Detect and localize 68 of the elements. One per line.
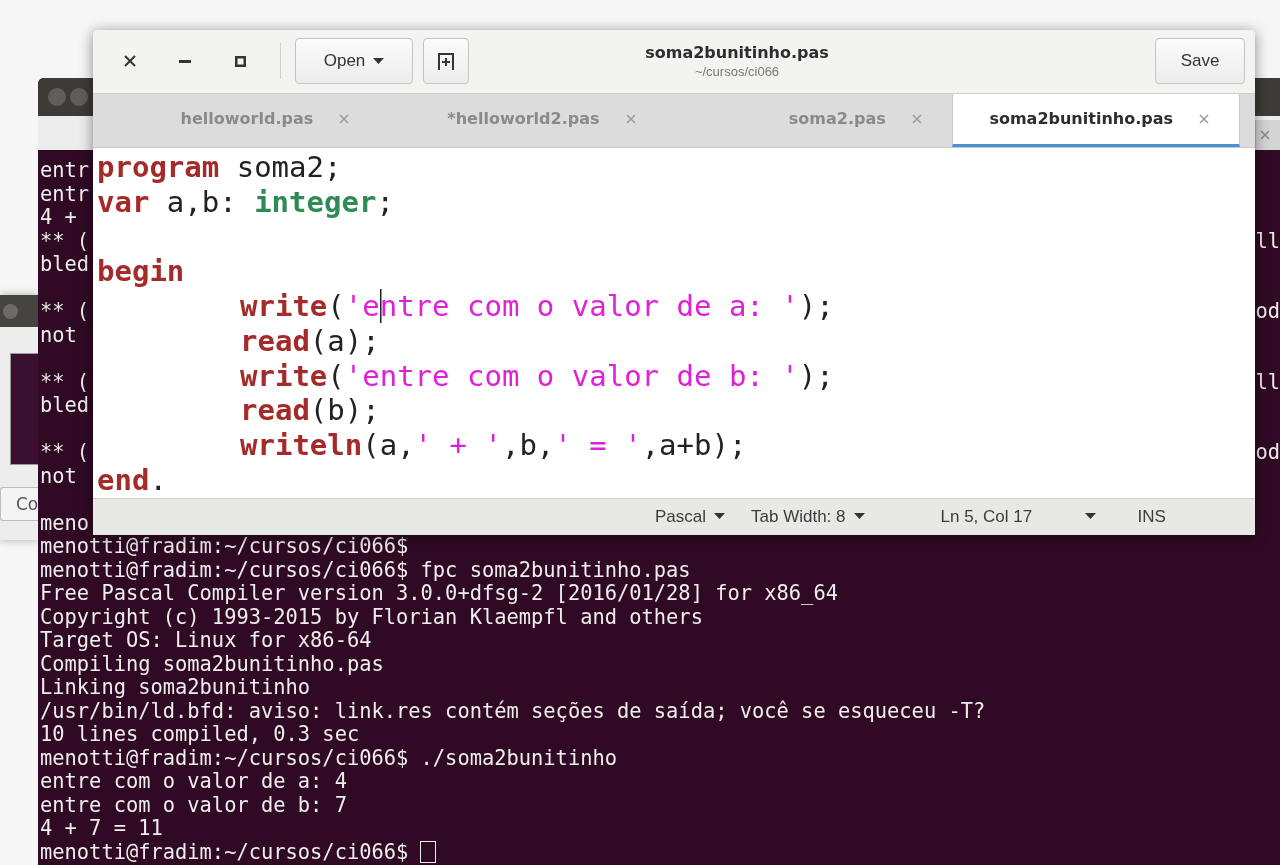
save-button[interactable]: Save	[1155, 38, 1245, 85]
terminal-text: 4 +	[40, 206, 77, 230]
close-icon[interactable]	[1199, 113, 1209, 124]
terminal-text: ** (	[40, 300, 90, 324]
tab-width-dropdown[interactable]: Tab Width: 8	[749, 502, 867, 531]
terminal-text: bled	[40, 394, 90, 418]
caret-icon	[853, 513, 865, 521]
code-line: program soma2;	[96, 149, 343, 185]
caret-icon	[1084, 513, 1096, 521]
code-line: write('entre com o valor de b: ');	[239, 358, 835, 394]
terminal-line: 4 + 7 = 11	[40, 817, 163, 841]
terminal-text: meno	[40, 511, 90, 535]
window-button-icon[interactable]	[3, 303, 18, 319]
open-button[interactable]: Open	[295, 38, 413, 85]
close-icon[interactable]	[625, 113, 636, 124]
caret-icon	[373, 57, 385, 65]
terminal-line: Free Pascal Compiler version 3.0.0+dfsg-2 [2016/01/28] for x86_64	[40, 582, 838, 606]
terminal-text: ** (	[40, 370, 90, 394]
code-line: read(a);	[239, 323, 381, 359]
code-line: end.	[96, 462, 168, 498]
terminal-line: menotti@fradim:~/cursos/ci066$	[40, 535, 409, 559]
close-icon[interactable]	[339, 113, 350, 124]
terminal-text: not	[40, 323, 77, 347]
minimize-icon	[179, 59, 191, 63]
terminal-text: ll	[1255, 370, 1280, 394]
terminal-line: entre com o valor de b: 7	[40, 793, 347, 817]
window-button-icon[interactable]	[70, 88, 88, 106]
close-icon[interactable]	[911, 113, 922, 124]
terminal-text: od	[1255, 441, 1280, 465]
cursor-position: Ln 5, Col 17	[940, 506, 1034, 527]
terminal-line: Target OS: Linux for x86-64	[40, 629, 372, 653]
window-button-icon[interactable]	[48, 88, 66, 106]
terminal-line: Linking soma2bunitinho	[40, 676, 311, 700]
new-tab-icon	[436, 51, 456, 72]
caret-icon	[714, 513, 726, 521]
code-line: begin	[96, 254, 186, 289]
maximize-icon	[234, 55, 246, 67]
terminal-text: entr	[40, 159, 90, 183]
terminal-tab[interactable]	[1255, 120, 1280, 150]
code-line: write('entre com o valor de a: ');	[239, 288, 835, 324]
terminal-line: entre com o valor de a: 4	[40, 770, 347, 794]
code-editor[interactable]: program soma2; var a,b: integer; begin write('entre com o valor de a: '); read(a); write('entre com o valor de b: '); read(b); writeln(a,' + ',b,' = ',a+b); end.	[93, 147, 1255, 498]
terminal-text: ** (	[40, 441, 90, 465]
close-icon[interactable]	[1260, 130, 1270, 140]
terminal-line: Copyright (c) 1993-2015 by Florian Klaempfl and others	[40, 605, 703, 629]
new-tab-button[interactable]	[423, 38, 469, 85]
terminal-text: entr	[40, 182, 90, 206]
terminal-line: /usr/bin/ld.bfd: aviso: link.res contém seções de saída; você se esqueceu -T?	[40, 699, 986, 723]
terminal-text: not	[40, 464, 77, 488]
terminal-line: menotti@fradim:~/cursos/ci066$	[40, 840, 409, 864]
window-subtitle: ~/cursos/ci066	[694, 64, 780, 80]
terminal-text: ** (	[40, 229, 90, 253]
terminal-line: Compiling soma2bunitinho.pas	[40, 652, 384, 676]
code-line: writeln(a,' + ',b,' = ',a+b);	[239, 428, 748, 463]
dialog-button[interactable]: Co	[0, 487, 38, 521]
terminal-text: od	[1255, 300, 1280, 324]
terminal-text: bled	[40, 253, 90, 277]
code-line: var a,b: integer;	[96, 184, 395, 220]
file-tab[interactable]: soma2bunitinho.pas	[951, 93, 1240, 147]
code-line: read(b);	[239, 393, 381, 429]
terminal-line: 10 lines compiled, 0.3 sec	[40, 723, 360, 747]
insert-mode: INS	[1137, 506, 1166, 527]
terminal-text: ll	[1255, 229, 1280, 253]
terminal-line: menotti@fradim:~/cursos/ci066$ fpc soma2bunitinho.pas	[40, 558, 691, 582]
close-icon	[124, 55, 136, 68]
terminal-line: menotti@fradim:~/cursos/ci066$ ./soma2bunitinho	[40, 746, 617, 770]
language-dropdown[interactable]: Pascal	[653, 502, 728, 531]
window-title: soma2bunitinho.pas	[645, 43, 829, 63]
